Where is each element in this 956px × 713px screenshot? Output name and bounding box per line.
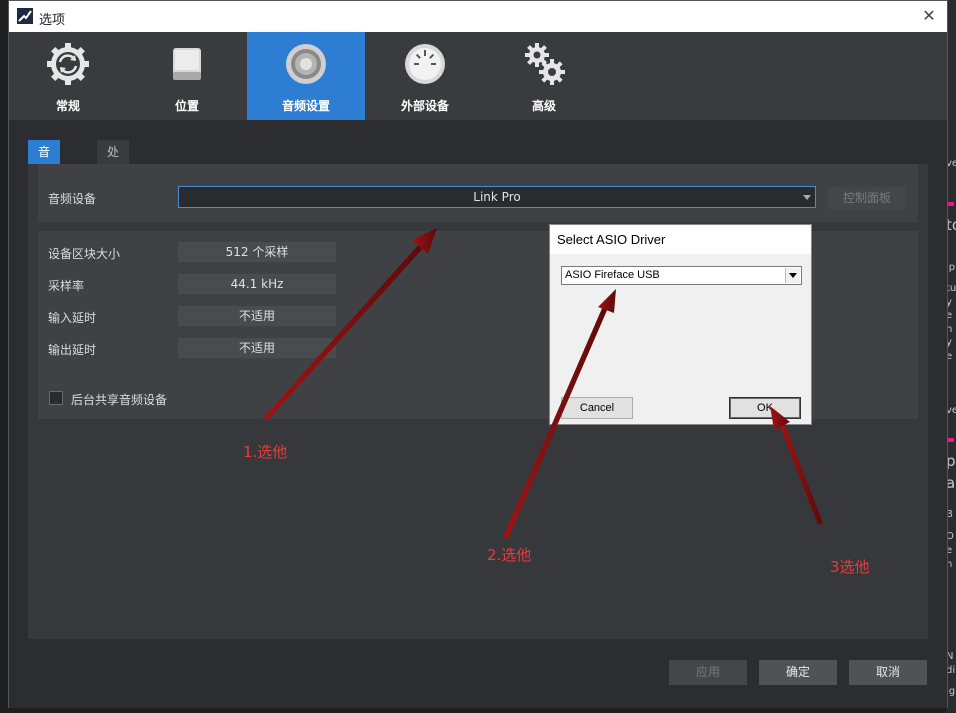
annotation-step2: 2.选他 [487, 546, 532, 564]
arrow-step3 [770, 406, 823, 525]
annotation-step3: 3选他 [830, 558, 870, 576]
arrow-step2 [503, 289, 616, 539]
annotation-step1: 1.选他 [243, 443, 288, 461]
annotation-arrows [263, 228, 823, 539]
arrow-step1 [263, 228, 437, 420]
